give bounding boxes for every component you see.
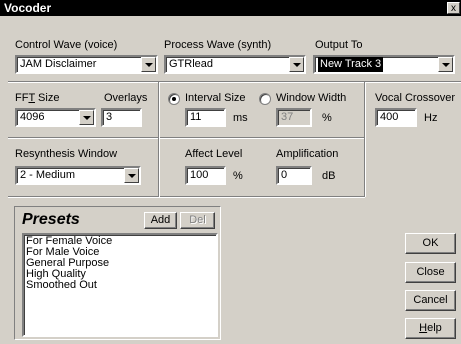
output-to-value: New Track 3 bbox=[316, 57, 385, 72]
divider bbox=[364, 82, 366, 197]
window-title: Vocoder bbox=[4, 1, 52, 15]
ok-button[interactable]: OK bbox=[405, 233, 456, 254]
divider bbox=[8, 196, 365, 198]
affect-level-unit: % bbox=[233, 170, 243, 182]
close-icon: x bbox=[451, 3, 456, 14]
interval-size-label: Interval Size bbox=[185, 92, 246, 104]
presets-list[interactable]: For Female Voice For Male Voice General … bbox=[22, 233, 218, 337]
resynthesis-window-select[interactable]: 2 - Medium bbox=[15, 166, 141, 185]
fft-size-value: 4096 bbox=[20, 111, 45, 123]
cancel-button[interactable]: Cancel bbox=[405, 290, 456, 311]
interval-unit: ms bbox=[233, 112, 248, 124]
amplification-unit: dB bbox=[322, 170, 336, 182]
resynthesis-window-label: Resynthesis Window bbox=[15, 148, 118, 160]
process-wave-select[interactable]: GTRlead bbox=[164, 55, 306, 74]
window-width-label: Window Width bbox=[276, 92, 347, 104]
fft-size-select[interactable]: 4096 bbox=[15, 108, 96, 127]
divider bbox=[8, 81, 461, 83]
divider bbox=[8, 137, 365, 139]
chevron-down-icon[interactable] bbox=[289, 57, 304, 72]
affect-level-input[interactable]: 100 bbox=[185, 166, 226, 185]
window-width-radio[interactable] bbox=[259, 93, 271, 105]
affect-level-label: Affect Level bbox=[185, 148, 243, 160]
presets-title: Presets bbox=[22, 211, 80, 228]
control-wave-value: JAM Disclaimer bbox=[20, 58, 97, 70]
title-bar: Vocoder bbox=[0, 0, 461, 16]
process-wave-label: Process Wave (synth) bbox=[164, 39, 272, 51]
control-wave-select[interactable]: JAM Disclaimer bbox=[15, 55, 158, 74]
output-to-select[interactable]: New Track 3 bbox=[313, 55, 455, 74]
output-to-label: Output To bbox=[315, 39, 363, 51]
close-window-button[interactable]: x bbox=[447, 2, 460, 14]
fft-size-label: FFT Size bbox=[15, 92, 60, 104]
list-item[interactable]: Smoothed Out bbox=[26, 280, 214, 291]
close-button[interactable]: Close bbox=[405, 262, 456, 283]
window-width-input[interactable]: 37 bbox=[276, 108, 312, 127]
process-wave-value: GTRlead bbox=[169, 58, 214, 70]
vocal-crossover-input[interactable]: 400 bbox=[375, 108, 417, 127]
resynthesis-window-value: 2 - Medium bbox=[20, 169, 76, 181]
add-preset-button[interactable]: Add bbox=[144, 212, 177, 229]
delete-preset-button[interactable]: Del bbox=[180, 212, 215, 229]
vocal-crossover-label: Vocal Crossover bbox=[375, 92, 456, 104]
divider bbox=[158, 82, 160, 197]
overlays-input[interactable]: 3 bbox=[101, 108, 142, 127]
help-button[interactable]: Help bbox=[405, 318, 456, 339]
chevron-down-icon[interactable] bbox=[79, 110, 94, 125]
amplification-input[interactable]: 0 bbox=[276, 166, 312, 185]
control-wave-label: Control Wave (voice) bbox=[15, 39, 118, 51]
vocal-crossover-unit: Hz bbox=[424, 112, 438, 124]
chevron-down-icon[interactable] bbox=[438, 57, 453, 72]
overlays-label: Overlays bbox=[104, 92, 148, 104]
amplification-label: Amplification bbox=[276, 148, 339, 160]
chevron-down-icon[interactable] bbox=[141, 57, 156, 72]
interval-size-input[interactable]: 11 bbox=[185, 108, 226, 127]
chevron-down-icon[interactable] bbox=[124, 168, 139, 183]
window-width-unit: % bbox=[322, 112, 332, 124]
interval-size-radio[interactable] bbox=[168, 93, 180, 105]
